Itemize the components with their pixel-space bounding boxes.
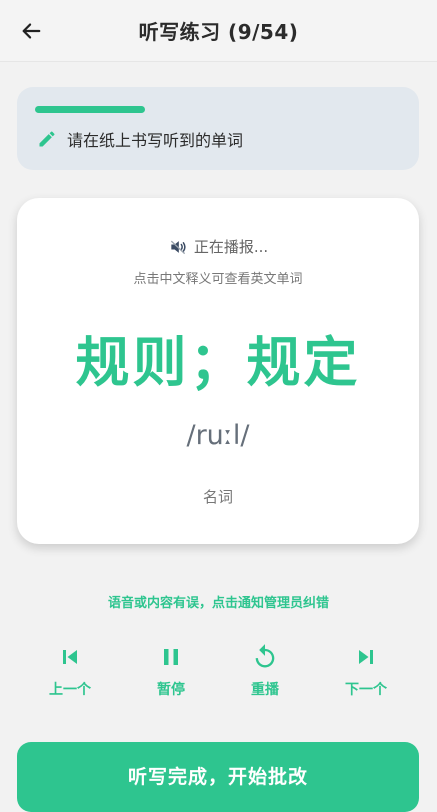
pause-button[interactable]: 暂停 bbox=[131, 642, 211, 702]
next-label: 下一个 bbox=[345, 682, 387, 698]
instruction-card: 请在纸上书写听到的单词 bbox=[17, 87, 419, 170]
finish-button-label: 听写完成，开始批改 bbox=[127, 766, 308, 788]
replay-icon bbox=[255, 644, 275, 668]
skip-previous-icon bbox=[63, 650, 77, 664]
speaker-icon bbox=[170, 240, 186, 254]
playback-status: 正在播报... bbox=[17, 236, 419, 257]
pause-label: 暂停 bbox=[157, 682, 185, 698]
previous-button[interactable]: 上一个 bbox=[30, 642, 110, 702]
progress-fill bbox=[35, 106, 145, 113]
progress-bar bbox=[35, 106, 401, 113]
tip-text: 点击中文释义可查看英文单词 bbox=[133, 272, 303, 287]
finish-dictation-button[interactable]: 听写完成，开始批改 bbox=[17, 742, 419, 812]
instruction-text: 请在纸上书写听到的单词 bbox=[67, 131, 244, 150]
pause-icon bbox=[164, 649, 178, 665]
status-text: 正在播报... bbox=[193, 238, 269, 256]
page-title: 听写练习 (9/54) bbox=[138, 20, 299, 44]
replay-label: 重播 bbox=[251, 682, 279, 698]
top-app-bar: 听写练习 (9/54) bbox=[0, 0, 437, 62]
part-of-speech: 名词 bbox=[202, 488, 233, 506]
previous-label: 上一个 bbox=[49, 682, 91, 698]
word-card: 正在播报... 点击中文释义可查看英文单词 规则；规定 /ruːl/ 名词 bbox=[17, 198, 419, 544]
skip-next-icon bbox=[359, 650, 373, 664]
phonetic-text: /ruːl/ bbox=[186, 420, 250, 451]
report-error-link[interactable]: 语音或内容有误，点击通知管理员纠错 bbox=[0, 592, 437, 611]
instruction-row: 请在纸上书写听到的单词 bbox=[37, 127, 243, 151]
replay-button[interactable]: 重播 bbox=[225, 642, 305, 702]
chinese-meaning[interactable]: 规则；规定 bbox=[17, 318, 419, 397]
next-button[interactable]: 下一个 bbox=[326, 642, 406, 702]
pencil-icon bbox=[39, 131, 55, 147]
